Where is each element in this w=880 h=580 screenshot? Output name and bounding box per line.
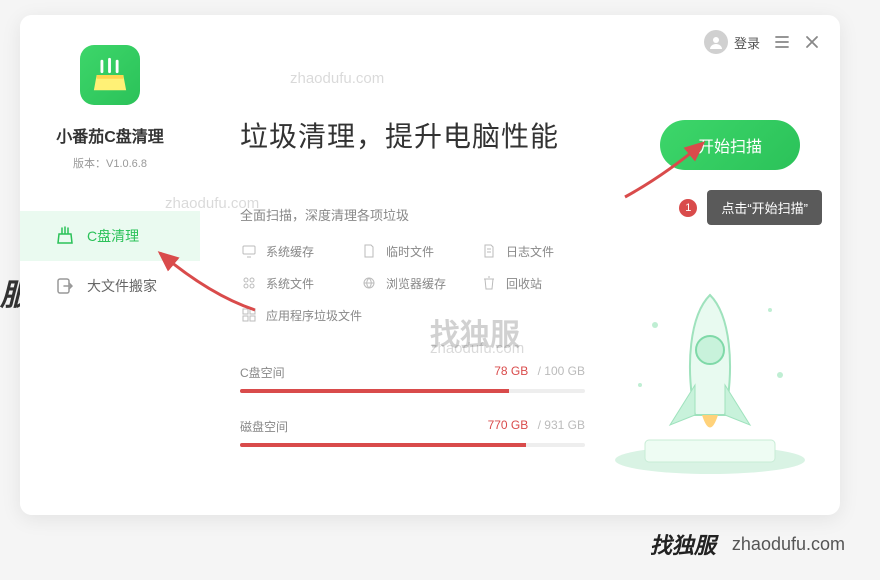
category-item: 应用程序垃圾文件 [240,306,600,324]
trash-icon [480,274,498,292]
browser-icon [360,274,378,292]
disk-used: 78 GB [494,364,528,378]
rocket-illustration [600,255,820,485]
sidebar-item-c-clean[interactable]: C盘清理 [20,211,200,261]
category-item: 回收站 [480,274,600,292]
disk-total: / 100 GB [534,364,585,378]
sidebar: 小番茄C盘清理 版本：V1.0.6.8 C盘清理 大文件搬家 [20,15,200,515]
topbar: 登录 [704,30,820,54]
log-icon [480,242,498,260]
disk-bar [240,389,585,393]
disk-label: 磁盘空间 [240,418,288,435]
app-window: 小番茄C盘清理 版本：V1.0.6.8 C盘清理 大文件搬家 登录 [20,15,840,515]
footer-brand: 找独服 [650,528,716,560]
move-icon [55,276,75,296]
category-item: 临时文件 [360,242,480,260]
disk-row-all: 磁盘空间 770 GB / 931 GB [240,418,585,447]
disk-usage: C盘空间 78 GB / 100 GB 磁盘空间 770 GB / 931 GB [240,364,585,447]
disk-label: C盘空间 [240,364,285,381]
category-item: 日志文件 [480,242,600,260]
broom-icon [55,226,75,246]
annotation-tooltip: 1 点击“开始扫描” [707,190,822,225]
sidebar-item-label: C盘清理 [87,226,139,246]
app-title: 小番茄C盘清理 [56,123,164,147]
disk-bar [240,443,585,447]
monitor-icon [240,242,258,260]
sidebar-item-bigfile[interactable]: 大文件搬家 [20,261,200,311]
disk-total: / 931 GB [534,418,585,432]
annotation-badge: 1 [679,199,697,217]
annotation-text: 点击“开始扫描” [721,198,808,217]
disk-row-c: C盘空间 78 GB / 100 GB [240,364,585,393]
disk-bar-fill [240,443,526,447]
footer-url: zhaodufu.com [732,534,845,555]
close-icon[interactable] [804,34,820,50]
file-icon [360,242,378,260]
footer: 找独服 zhaodufu.com [650,528,845,560]
menu-icon[interactable] [774,34,790,50]
avatar-icon [704,30,728,54]
system-icon [240,274,258,292]
login-label: 登录 [734,33,760,52]
disk-bar-fill [240,389,509,393]
app-logo [80,45,140,105]
category-item: 系统文件 [240,274,360,292]
app-version: 版本：V1.0.6.8 [73,155,147,171]
broom-logo-icon [91,56,129,94]
login-button[interactable]: 登录 [704,30,760,54]
category-item: 系统缓存 [240,242,360,260]
sidebar-item-label: 大文件搬家 [87,276,157,296]
category-item: 浏览器缓存 [360,274,480,292]
apps-icon [240,306,258,324]
disk-used: 770 GB [488,418,529,432]
main-panel: 登录 垃圾清理，提升电脑性能 开始扫描 全面扫描，深度清理各项垃圾 系统缓存 临… [200,15,840,515]
start-scan-button[interactable]: 开始扫描 [660,120,800,170]
